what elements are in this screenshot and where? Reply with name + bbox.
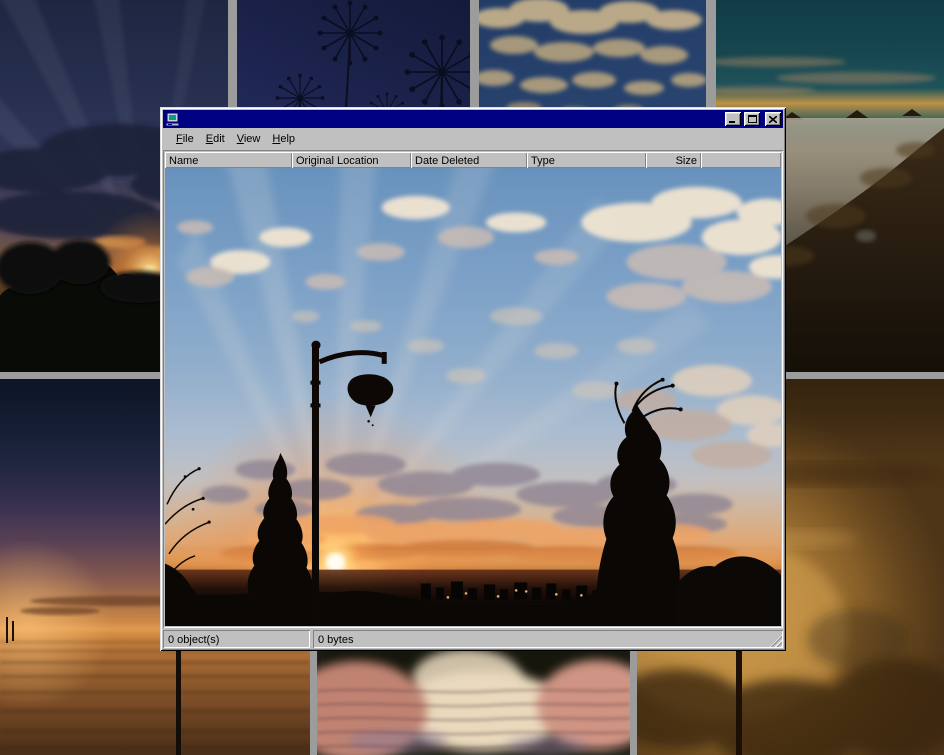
column-header-date-deleted[interactable]: Date Deleted xyxy=(411,152,527,168)
column-header-name[interactable]: Name xyxy=(165,152,292,168)
streetlamp-sunset-photo[interactable] xyxy=(165,168,781,626)
menu-edit[interactable]: Edit xyxy=(200,131,231,147)
menu-view[interactable]: View xyxy=(231,131,267,147)
close-icon xyxy=(769,116,777,123)
recycle-bin-window: File Edit View Help Name Original Locati… xyxy=(160,107,786,651)
screen: File Edit View Help Name Original Locati… xyxy=(0,0,944,755)
minimize-button[interactable] xyxy=(725,112,741,126)
close-button[interactable] xyxy=(765,112,781,126)
column-header-row: Name Original Location Date Deleted Type… xyxy=(165,152,781,168)
menubar: File Edit View Help xyxy=(163,128,783,150)
menu-file[interactable]: File xyxy=(170,131,200,147)
maximize-button[interactable] xyxy=(744,112,760,126)
status-size-text: 0 bytes xyxy=(318,634,353,646)
column-header-filler xyxy=(701,152,781,168)
minimize-icon xyxy=(729,116,737,123)
computer-icon xyxy=(165,112,180,127)
resize-grip[interactable] xyxy=(770,635,782,647)
titlebar[interactable] xyxy=(163,110,783,128)
column-header-size[interactable]: Size xyxy=(646,152,701,168)
menu-help[interactable]: Help xyxy=(266,131,301,147)
column-header-type[interactable]: Type xyxy=(527,152,646,168)
file-list: Name Original Location Date Deleted Type… xyxy=(163,150,783,628)
statusbar: 0 object(s) 0 bytes xyxy=(163,630,783,648)
column-header-original-location[interactable]: Original Location xyxy=(292,152,411,168)
status-object-count: 0 object(s) xyxy=(163,630,310,648)
maximize-icon xyxy=(748,115,757,123)
status-size: 0 bytes xyxy=(313,630,783,648)
